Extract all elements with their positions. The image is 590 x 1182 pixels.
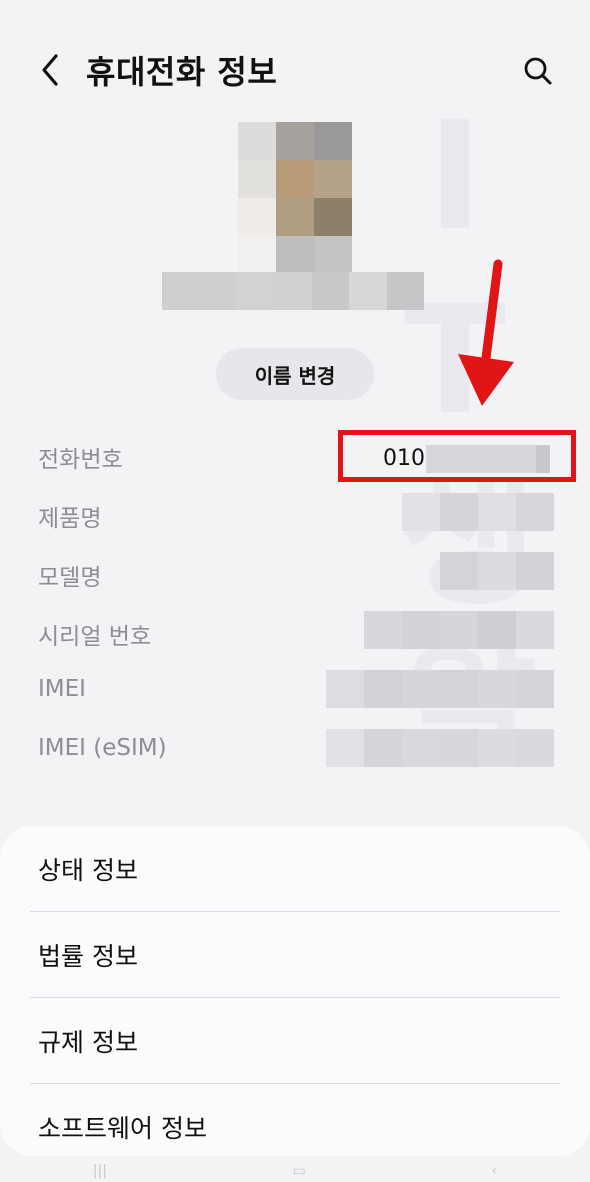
info-menu-card: 상태 정보 법률 정보 규제 정보 소프트웨어 정보 xyxy=(0,826,590,1156)
info-label: IMEI xyxy=(38,676,86,702)
avatar xyxy=(238,122,352,274)
recent-apps-icon: ||| xyxy=(92,1163,107,1179)
back-button[interactable] xyxy=(30,48,70,92)
info-label: 모델명 xyxy=(38,565,102,591)
info-row-serial-number[interactable]: 시리얼 번호 xyxy=(38,607,558,666)
menu-item-legal-info[interactable]: 법률 정보 xyxy=(0,912,590,998)
menu-item-label: 규제 정보 xyxy=(38,1028,138,1057)
chevron-left-icon xyxy=(42,54,58,86)
info-row-imei-esim[interactable]: IMEI (eSIM) xyxy=(38,725,558,784)
redacted-value xyxy=(364,611,554,649)
info-row-product-name[interactable]: 제품명 xyxy=(38,489,558,548)
navigation-bar-hint: ||| ▭ ‹ xyxy=(0,1160,590,1182)
info-row-imei[interactable]: IMEI xyxy=(38,666,558,725)
page-title: 휴대전화 정보 xyxy=(86,53,278,91)
info-row-model-name[interactable]: 모델명 xyxy=(38,548,558,607)
redacted-value xyxy=(402,493,554,531)
menu-item-status-info[interactable]: 상태 정보 xyxy=(0,826,590,912)
menu-item-label: 상태 정보 xyxy=(38,856,138,885)
search-button[interactable] xyxy=(518,51,558,91)
menu-item-label: 소프트웨어 정보 xyxy=(38,1114,207,1143)
redacted-value xyxy=(326,729,554,767)
info-label: 제품명 xyxy=(38,506,102,532)
info-label: 시리얼 번호 xyxy=(38,624,152,650)
home-icon: ▭ xyxy=(292,1163,306,1179)
info-label: IMEI (eSIM) xyxy=(38,735,167,761)
device-info-list: 전화번호 010- 제품명 모델명 시리얼 번호 IMEI IMEI (eSIM… xyxy=(38,430,576,784)
menu-item-software-info[interactable]: 소프트웨어 정보 xyxy=(0,1084,590,1156)
menu-item-label: 법률 정보 xyxy=(38,942,138,971)
red-arrow-annotation xyxy=(458,259,514,406)
redacted-phone-number xyxy=(426,445,550,473)
rename-button[interactable]: 이름 변경 xyxy=(216,348,374,400)
app-header: 휴대전화 정보 xyxy=(0,0,590,140)
info-row-phone-number[interactable]: 전화번호 010- xyxy=(38,430,576,489)
redacted-value xyxy=(326,670,554,708)
menu-item-regulatory-info[interactable]: 규제 정보 xyxy=(0,998,590,1084)
phone-info-screen: IT생활 휴대전화 정보 xyxy=(0,0,590,1182)
search-icon xyxy=(524,57,552,85)
info-label: 전화번호 xyxy=(38,447,123,473)
highlight-box: 010- xyxy=(338,430,576,482)
redacted-value xyxy=(440,552,554,590)
back-icon: ‹ xyxy=(491,1163,498,1179)
device-name xyxy=(162,272,424,310)
